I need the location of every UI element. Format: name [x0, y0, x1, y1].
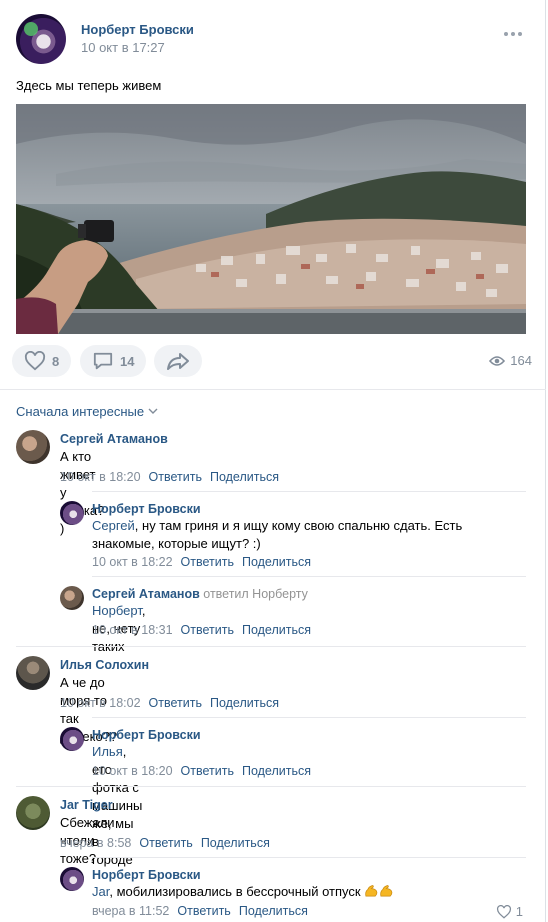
comment-author: Сергей Атаманов ответил Норберту [92, 587, 308, 601]
reply-button[interactable]: Ответить [177, 904, 230, 918]
eye-icon [489, 355, 506, 366]
comment-meta: вчера в 8:58 Ответить Поделиться [60, 836, 270, 850]
heart-icon [496, 904, 511, 919]
views-count: 164 [510, 353, 532, 368]
like-count: 8 [52, 353, 60, 369]
comment-button[interactable]: 14 [80, 345, 147, 377]
reply-button[interactable]: Ответить [181, 555, 234, 569]
post-date[interactable]: 10 окт в 17:27 [81, 40, 165, 55]
muscle-emoji-icon [365, 885, 378, 897]
comment-meta: 10 окт в 18:02 Ответить Поделиться [60, 696, 279, 710]
comment-like-count: 1 [515, 904, 523, 919]
comment-time[interactable]: 10 окт в 18:20 [92, 764, 173, 778]
comment-count: 14 [120, 353, 135, 369]
comments-divider [0, 389, 546, 390]
post-actions: 8 14 164 [12, 345, 532, 377]
reply-button[interactable]: Ответить [181, 623, 234, 637]
share-comment-button[interactable]: Поделиться [210, 696, 279, 710]
author-name[interactable]: Норберт Бровски [81, 22, 194, 37]
comment-text-line: , ну там гриня и я ищу кому свою спальню… [134, 518, 463, 533]
comment-time[interactable]: 10 окт в 18:02 [60, 696, 141, 710]
post-card: Норберт Бровски 10 окт в 17:27 Здесь мы … [0, 0, 546, 922]
share-comment-button[interactable]: Поделиться [242, 555, 311, 569]
comment-avatar[interactable] [60, 586, 84, 610]
share-button[interactable] [154, 345, 202, 377]
share-comment-button[interactable]: Поделиться [239, 904, 308, 918]
comment-avatar[interactable] [60, 727, 84, 751]
share-comment-button[interactable]: Поделиться [210, 470, 279, 484]
views-counter: 164 [489, 353, 532, 368]
comment-time[interactable]: вчера в 11:52 [92, 904, 169, 918]
comment-author[interactable]: Jar Tiger [60, 798, 113, 812]
comment-separator [92, 857, 526, 858]
comment-avatar[interactable] [60, 501, 84, 525]
more-icon[interactable] [504, 32, 522, 38]
comment-author[interactable]: Илья Солохин [60, 658, 149, 672]
mention-link[interactable]: Сергей [92, 518, 135, 533]
comment-meta: 10 окт в 18:31 Ответить Поделиться [92, 623, 311, 637]
comment-avatar[interactable] [16, 430, 50, 464]
comment-time[interactable]: вчера в 8:58 [60, 836, 131, 850]
comment-time[interactable]: 10 окт в 18:20 [60, 470, 141, 484]
comment-meta: 10 окт в 18:20 Ответить Поделиться [92, 764, 311, 778]
comment-separator [16, 786, 526, 787]
comment-like-button[interactable]: 1 [496, 904, 523, 919]
share-icon [167, 353, 189, 370]
share-comment-button[interactable]: Поделиться [201, 836, 270, 850]
comment-icon [93, 352, 113, 370]
reply-button[interactable]: Ответить [149, 470, 202, 484]
reply-button[interactable]: Ответить [149, 696, 202, 710]
author-avatar[interactable] [16, 14, 66, 64]
reply-button[interactable]: Ответить [139, 836, 192, 850]
chevron-down-icon [148, 408, 158, 414]
share-comment-button[interactable]: Поделиться [242, 623, 311, 637]
comment-text-line: знакомые, которые ищут? :) [92, 536, 261, 551]
post-photo[interactable] [16, 104, 526, 334]
mention-link[interactable]: Jar [92, 884, 109, 899]
comment-author[interactable]: Сергей Атаманов [60, 432, 168, 446]
comment-meta: 10 окт в 18:22 Ответить Поделиться [92, 555, 311, 569]
post-header: Норберт Бровски 10 окт в 17:27 [16, 14, 530, 64]
muscle-emoji-icon [380, 885, 393, 897]
post-text: Здесь мы теперь живем [16, 78, 162, 93]
comment-avatar[interactable] [16, 656, 50, 690]
comment-avatar[interactable] [60, 867, 84, 891]
share-comment-button[interactable]: Поделиться [242, 764, 311, 778]
comment-text: Сергей, ну там гриня и я ищу кому свою с… [92, 517, 512, 553]
comment-separator [92, 491, 526, 492]
comment-separator [16, 646, 526, 647]
comment-separator [92, 576, 526, 577]
comment-author-name[interactable]: Сергей Атаманов [92, 587, 200, 601]
comment-meta: 10 окт в 18:20 Ответить Поделиться [60, 470, 279, 484]
comment-separator [92, 717, 526, 718]
reply-button[interactable]: Ответить [181, 764, 234, 778]
heart-icon [24, 351, 46, 371]
mention-link[interactable]: Илья [92, 744, 123, 759]
comment-author[interactable]: Норберт Бровски [92, 502, 201, 516]
replied-to[interactable]: ответил Норберту [203, 587, 308, 601]
like-button[interactable]: 8 [12, 345, 72, 377]
comment-text-body: , мобилизировались в бессрочный отпуск [109, 884, 361, 899]
comment-text: Jar, мобилизировались в бессрочный отпус… [92, 883, 394, 901]
comment-author[interactable]: Норберт Бровски [92, 728, 201, 742]
comment-author[interactable]: Норберт Бровски [92, 868, 201, 882]
comment-avatar[interactable] [16, 796, 50, 830]
comments-sort[interactable]: Сначала интересные [16, 404, 158, 419]
sort-label: Сначала интересные [16, 404, 145, 419]
comment-meta: вчера в 11:52 Ответить Поделиться [92, 904, 308, 918]
mention-link[interactable]: Норберт [92, 603, 142, 618]
comment-time[interactable]: 10 окт в 18:22 [92, 555, 173, 569]
comment-time[interactable]: 10 окт в 18:31 [92, 623, 173, 637]
